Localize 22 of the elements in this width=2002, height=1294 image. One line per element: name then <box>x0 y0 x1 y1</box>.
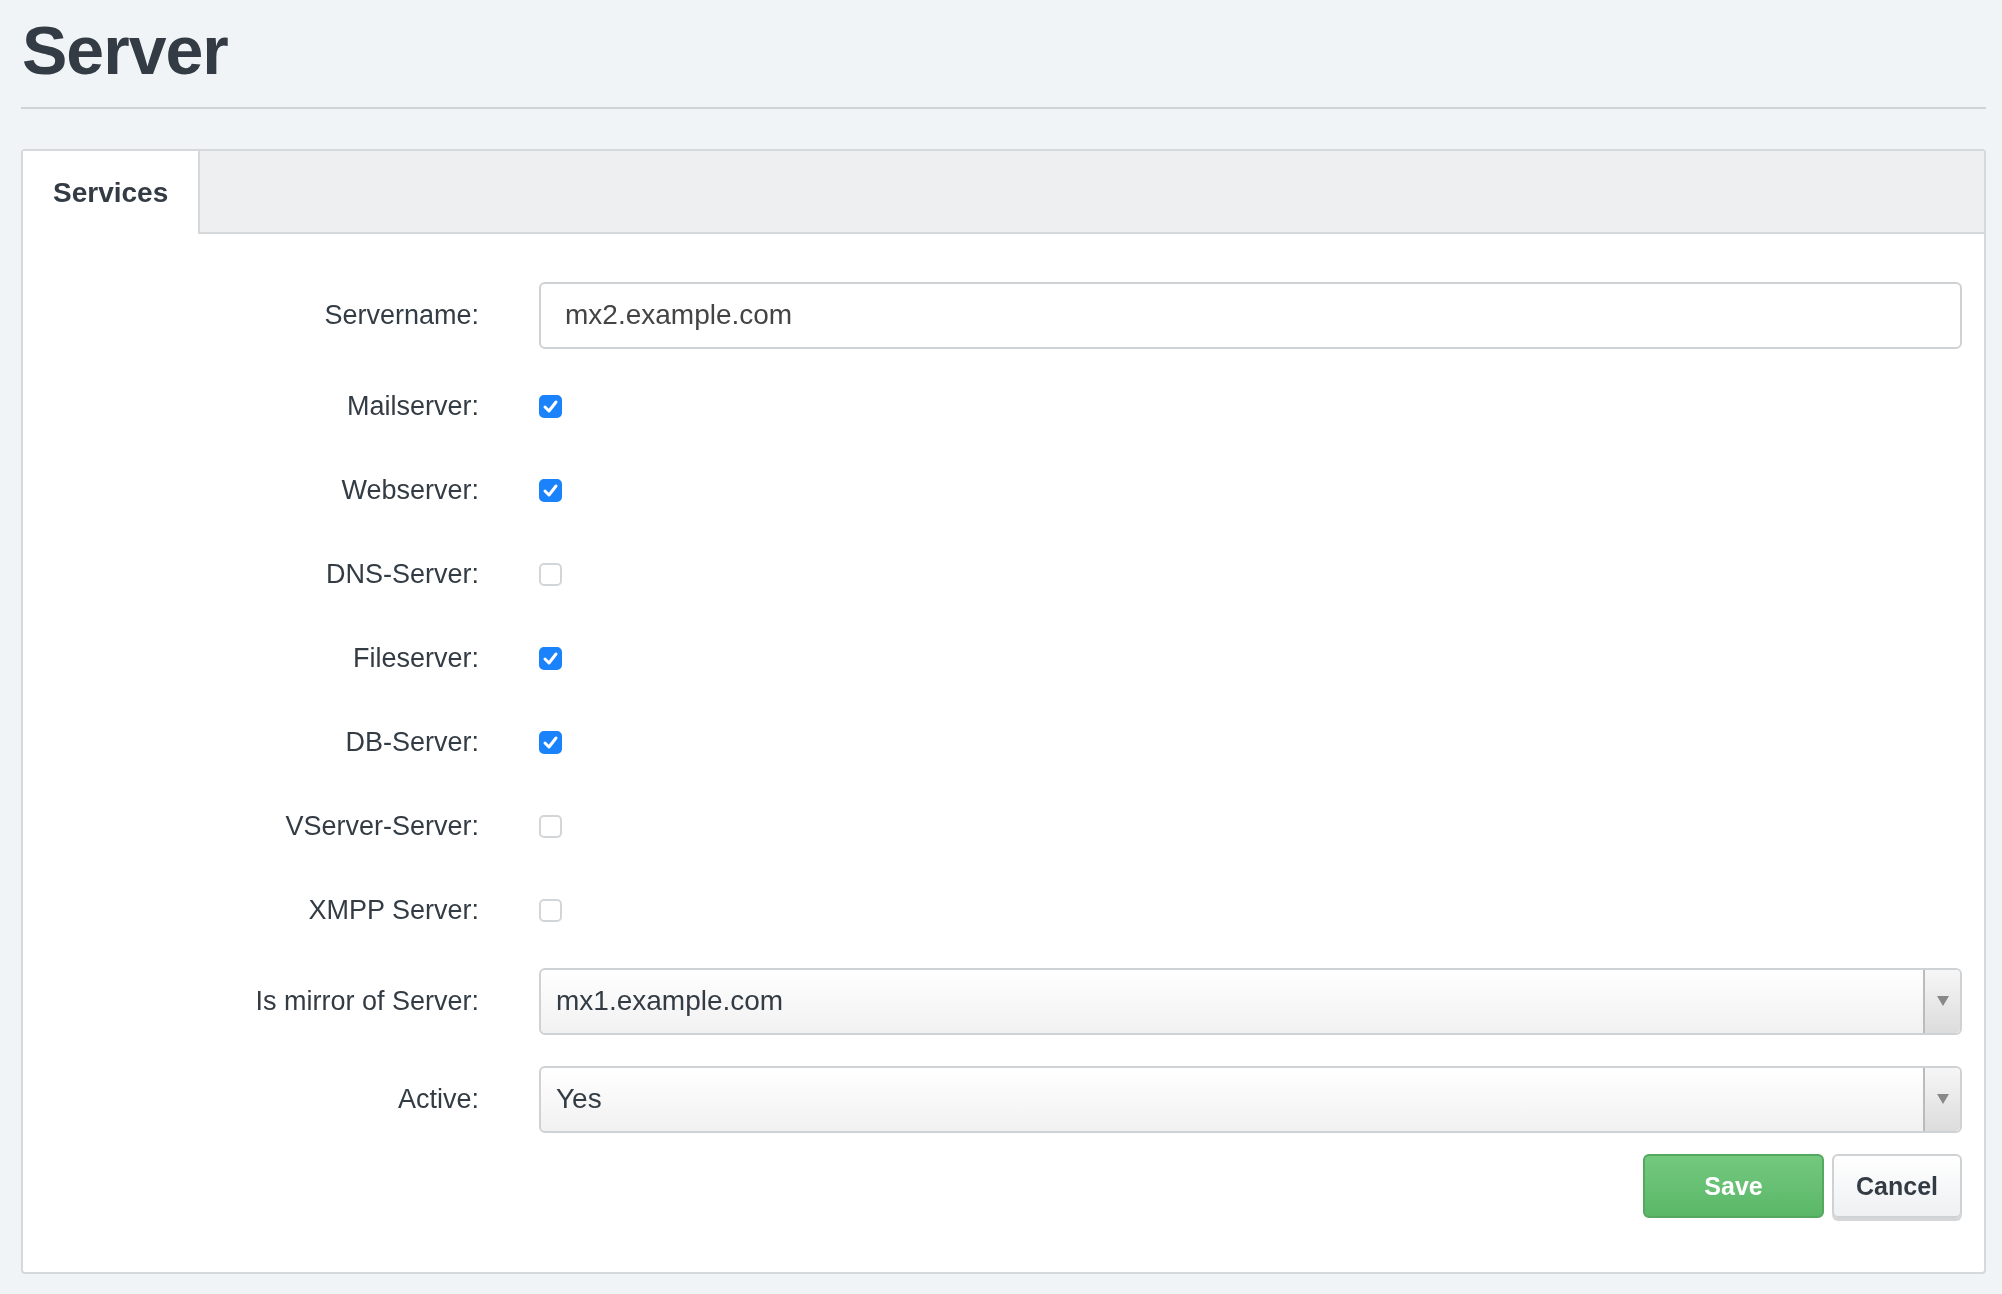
cancel-button[interactable]: Cancel <box>1832 1154 1962 1218</box>
dropdown[interactable]: Yes <box>539 1065 1962 1133</box>
caret-icon <box>1936 1094 1949 1104</box>
field-label: XMPP Server: <box>308 894 479 926</box>
servername-field[interactable]: mx2.example.com <box>539 281 1962 349</box>
caret-icon <box>1936 996 1949 1006</box>
field-label: Mailserver: <box>346 390 479 422</box>
field-label: DB-Server: <box>345 726 479 758</box>
checkbox[interactable] <box>539 730 562 754</box>
page-title: Server <box>21 11 229 90</box>
checkbox[interactable] <box>539 646 562 670</box>
checkbox[interactable] <box>539 394 562 418</box>
field-label: Servername: <box>324 299 479 331</box>
field-label: Active: <box>397 1083 479 1115</box>
checkbox[interactable] <box>539 478 562 502</box>
tab[interactable]: Services <box>23 151 201 234</box>
field-label: Is mirror of Server: <box>255 985 479 1017</box>
field-label: VServer-Server: <box>285 810 479 842</box>
field-label: Webserver: <box>341 474 479 506</box>
field-label: DNS-Server: <box>325 558 479 590</box>
dropdown[interactable]: mx1.example.com <box>539 967 1962 1035</box>
field-label: Fileserver: <box>352 642 479 674</box>
